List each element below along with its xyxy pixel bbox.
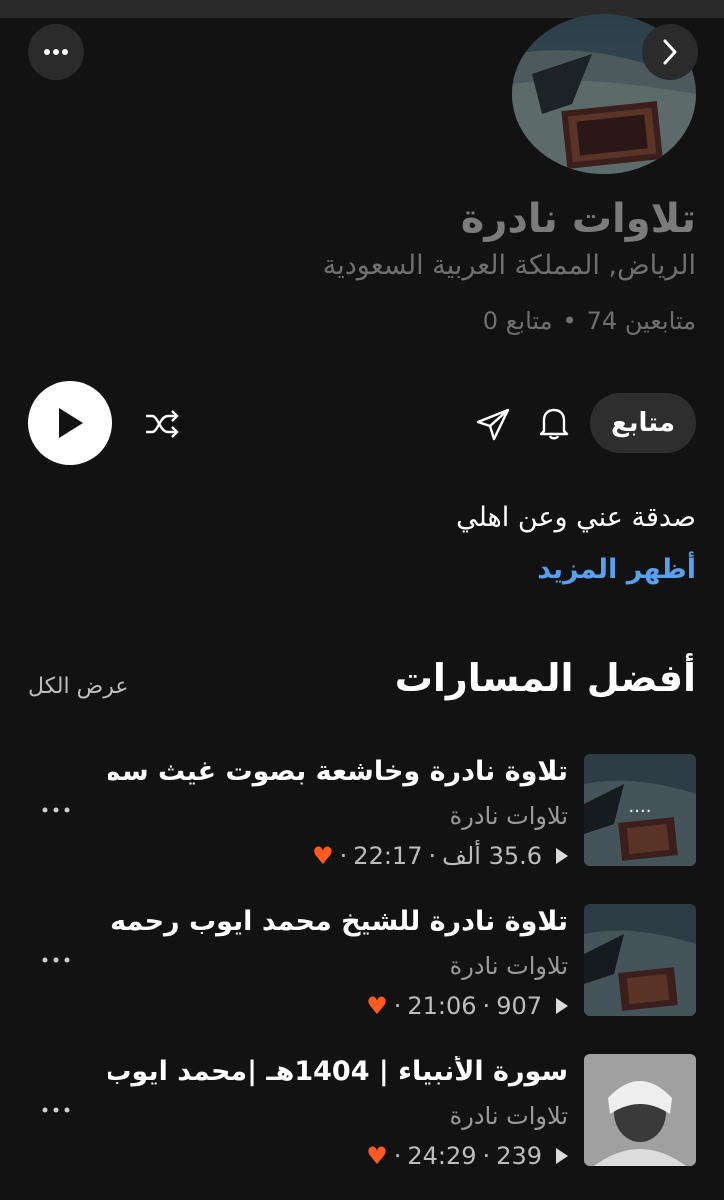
- ellipsis-icon: [42, 807, 70, 813]
- show-more-link[interactable]: أظهر المزيد: [537, 554, 696, 585]
- shuffle-button[interactable]: [142, 404, 182, 444]
- track-more-button[interactable]: [40, 802, 72, 818]
- shuffle-icon: [146, 410, 179, 438]
- track-thumbnail: ....: [584, 754, 696, 866]
- meta-separator: ·: [482, 992, 491, 1020]
- play-count-icon: [556, 848, 568, 864]
- track-row[interactable]: سورة الأنبياء | 1404هـ |محمد ايوب تلاوات…: [0, 1054, 724, 1174]
- share-button[interactable]: [472, 403, 514, 445]
- track-meta: 239 · 24:29 · ♥: [366, 1142, 568, 1170]
- ellipsis-icon: [42, 1107, 70, 1113]
- artist-profile-page: تلاوات نادرة الرياض, المملكة العربية الس…: [0, 0, 724, 1200]
- top-tracks-title: أفضل المسارات: [394, 656, 696, 700]
- track-title: تلاوة نادرة وخاشعة بصوت غيث سم...: [108, 756, 568, 787]
- play-icon: [59, 408, 83, 438]
- track-duration: 22:17: [353, 842, 423, 870]
- track-row[interactable]: .... تلاوة نادرة وخاشعة بصوت غيث سم... ت…: [0, 754, 724, 874]
- followers-count[interactable]: متابعين 74: [587, 307, 696, 335]
- following-count[interactable]: متابع 0: [483, 307, 553, 335]
- track-thumbnail: [584, 1054, 696, 1166]
- meta-separator: ·: [393, 992, 402, 1020]
- follow-button[interactable]: متابع: [590, 393, 696, 453]
- profile-location: الرياض, المملكة العربية السعودية: [322, 250, 696, 281]
- see-all-link[interactable]: عرض الكل: [28, 674, 128, 699]
- track-duration: 21:06: [407, 992, 477, 1020]
- ellipsis-icon: [44, 49, 68, 55]
- track-artist: تلاوات نادرة: [449, 802, 568, 830]
- track-row[interactable]: تلاوة نادرة للشيخ محمد ايوب رحمه... تلاو…: [0, 904, 724, 1024]
- track-artist: تلاوات نادرة: [449, 952, 568, 980]
- send-icon: [476, 408, 510, 441]
- meta-separator: ·: [393, 1142, 402, 1170]
- ellipsis-icon: [42, 957, 70, 963]
- play-count: 239: [496, 1142, 542, 1170]
- play-count: 35.6 ألف: [442, 842, 542, 870]
- track-title: سورة الأنبياء | 1404هـ |محمد ايوب: [108, 1056, 568, 1087]
- track-meta: 35.6 ألف · 22:17 · ♥: [312, 842, 568, 870]
- track-more-button[interactable]: [40, 1102, 72, 1118]
- profile-name: تلاوات نادرة: [460, 196, 696, 242]
- more-options-button[interactable]: [28, 24, 84, 80]
- bell-icon: [539, 408, 569, 440]
- meta-separator: ·: [339, 842, 348, 870]
- back-button[interactable]: [642, 24, 698, 80]
- thumbnail-text: ....: [629, 796, 652, 817]
- track-duration: 24:29: [407, 1142, 477, 1170]
- chevron-right-icon: [663, 39, 677, 65]
- heart-icon[interactable]: ♥: [366, 1142, 388, 1170]
- play-count-icon: [556, 998, 568, 1014]
- play-count-icon: [556, 1148, 568, 1164]
- profile-bio: صدقة عني وعن اهلي: [456, 502, 696, 533]
- track-title: تلاوة نادرة للشيخ محمد ايوب رحمه...: [108, 906, 568, 937]
- track-artist: تلاوات نادرة: [449, 1102, 568, 1130]
- heart-icon[interactable]: ♥: [312, 842, 334, 870]
- meta-separator: ·: [428, 842, 437, 870]
- notifications-button[interactable]: [533, 402, 575, 444]
- heart-icon[interactable]: ♥: [366, 992, 388, 1020]
- play-count: 907: [496, 992, 542, 1020]
- track-meta: 907 · 21:06 · ♥: [366, 992, 568, 1020]
- profile-stats: متابعين 74 • متابع 0: [483, 307, 696, 335]
- stats-separator: •: [562, 307, 577, 335]
- track-thumbnail: [584, 904, 696, 1016]
- play-button[interactable]: [28, 381, 112, 465]
- meta-separator: ·: [482, 1142, 491, 1170]
- track-more-button[interactable]: [40, 952, 72, 968]
